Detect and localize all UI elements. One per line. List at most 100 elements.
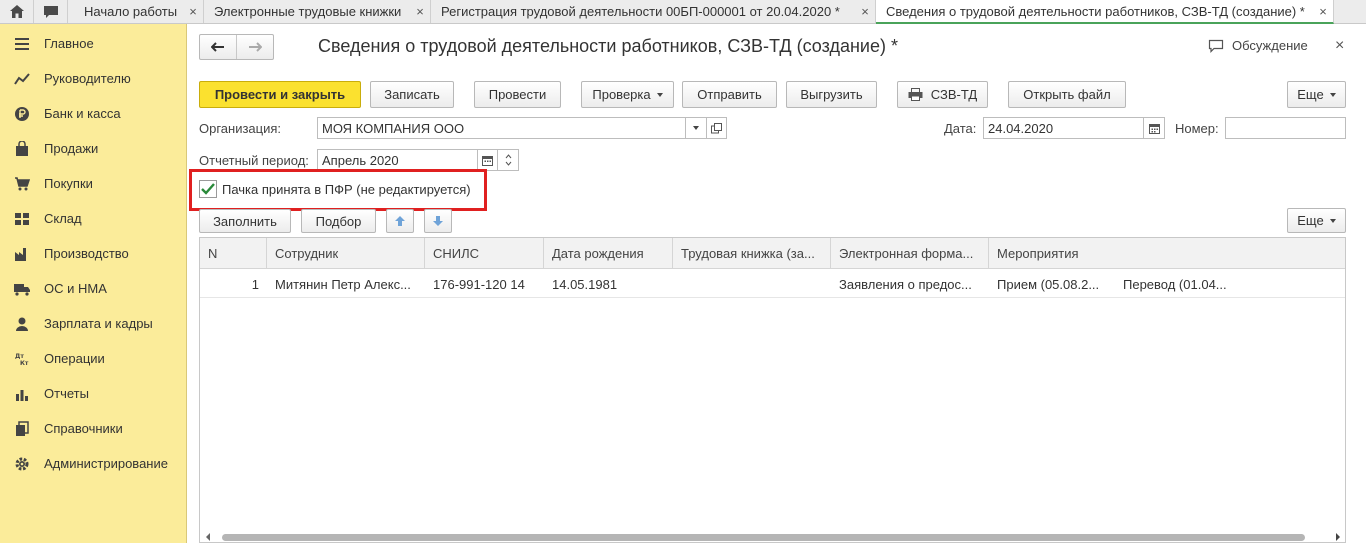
organization-field[interactable]: МОЯ КОМПАНИЯ ООО	[317, 117, 707, 139]
page-title: Сведения о трудовой деятельности работни…	[318, 36, 898, 56]
column-header-snils[interactable]: СНИЛС	[425, 238, 544, 269]
person-icon	[13, 315, 31, 333]
column-header-birth-date[interactable]: Дата рождения	[544, 238, 673, 269]
sidebar-item-label: ОС и НМА	[44, 281, 107, 296]
cell-employee: Митянин Петр Алекс...	[275, 276, 411, 292]
chart-icon	[13, 70, 31, 88]
sidebar-item-reports[interactable]: Отчеты	[0, 376, 186, 411]
horizontal-scrollbar[interactable]	[200, 531, 1345, 542]
export-button[interactable]: Выгрузить	[786, 81, 877, 108]
cart-icon	[13, 175, 31, 193]
svg-text:Дт: Дт	[15, 353, 24, 360]
arrow-up-icon	[395, 216, 405, 226]
table-row[interactable]: 1 Митянин Петр Алекс... 176-991-120 14 1…	[200, 270, 1345, 298]
sidebar-item-label: Отчеты	[44, 386, 89, 401]
organization-open-button[interactable]	[706, 117, 727, 139]
tab-label: Электронные трудовые книжки	[214, 4, 402, 19]
close-icon[interactable]: ×	[183, 4, 203, 19]
save-button[interactable]: Записать	[370, 81, 454, 108]
chat-icon[interactable]	[34, 0, 68, 23]
cell-event-hire: Прием (05.08.2...	[997, 276, 1100, 292]
organization-dropdown-button[interactable]	[685, 117, 707, 139]
column-header-n[interactable]: N	[200, 238, 267, 269]
scrollbar-thumb[interactable]	[222, 534, 1305, 541]
number-label: Номер:	[1175, 121, 1219, 136]
period-label: Отчетный период:	[199, 153, 309, 168]
period-stepper[interactable]	[497, 149, 519, 171]
sidebar-item-salary[interactable]: Зарплата и кадры	[0, 306, 186, 341]
tab-start[interactable]: Начало работы ×	[74, 0, 204, 23]
column-header-work-book[interactable]: Трудовая книжка (за...	[673, 238, 831, 269]
grid-icon	[13, 210, 31, 228]
sidebar-item-main[interactable]: Главное	[0, 26, 186, 61]
period-field[interactable]: Апрель 2020	[317, 149, 498, 171]
tab-label: Регистрация трудовой деятельности 00БП-0…	[441, 4, 840, 19]
sidebar-item-admin[interactable]: Администрирование	[0, 446, 186, 481]
sidebar-item-manager[interactable]: Руководителю	[0, 61, 186, 96]
sidebar-item-directories[interactable]: Справочники	[0, 411, 186, 446]
close-icon[interactable]: ×	[1313, 4, 1333, 19]
factory-icon	[13, 245, 31, 263]
tab-label: Начало работы	[84, 4, 178, 19]
dt-kt-icon: Дт Кт	[13, 350, 31, 368]
scroll-left-icon[interactable]	[204, 532, 212, 542]
sidebar-item-sales[interactable]: Продажи	[0, 131, 186, 166]
close-icon[interactable]: ×	[410, 4, 430, 19]
date-field[interactable]: 24.04.2020	[983, 117, 1165, 139]
column-header-events[interactable]: Мероприятия	[989, 238, 1345, 269]
chevron-down-icon	[693, 126, 699, 130]
send-button[interactable]: Отправить	[682, 81, 777, 108]
back-arrow-icon[interactable]	[200, 35, 237, 59]
column-header-employee[interactable]: Сотрудник	[267, 238, 425, 269]
szv-td-print-button[interactable]: СЗВ-ТД	[897, 81, 988, 108]
column-header-electronic-form[interactable]: Электронная форма...	[831, 238, 989, 269]
chevron-down-icon[interactable]	[505, 160, 512, 168]
post-button[interactable]: Провести	[474, 81, 561, 108]
sidebar-item-fixed-assets[interactable]: ОС и НМА	[0, 271, 186, 306]
select-button[interactable]: Подбор	[301, 209, 376, 233]
organization-value: МОЯ КОМПАНИЯ ООО	[322, 120, 465, 136]
date-value: 24.04.2020	[988, 120, 1054, 136]
period-calendar-button[interactable]	[477, 149, 498, 171]
sidebar-item-purchases[interactable]: Покупки	[0, 166, 186, 201]
sidebar-item-operations[interactable]: Дт Кт Операции	[0, 341, 186, 376]
open-file-button[interactable]: Открыть файл	[1008, 81, 1126, 108]
forward-arrow-icon[interactable]	[237, 35, 274, 59]
sidebar-item-bank[interactable]: Банк и касса	[0, 96, 186, 131]
tab-szv-td[interactable]: Сведения о трудовой деятельности работни…	[876, 0, 1334, 24]
sidebar-item-warehouse[interactable]: Склад	[0, 201, 186, 236]
arrow-down-icon	[433, 216, 443, 226]
post-and-close-button[interactable]: Провести и закрыть	[199, 81, 361, 108]
truck-icon	[13, 280, 31, 298]
tab-label: Сведения о трудовой деятельности работни…	[886, 3, 1305, 19]
accepted-checkbox[interactable]	[199, 180, 217, 198]
date-calendar-button[interactable]	[1143, 117, 1165, 139]
books-icon	[13, 420, 31, 438]
number-field[interactable]	[1225, 117, 1346, 139]
home-icon[interactable]	[0, 0, 34, 23]
printer-icon	[908, 88, 923, 101]
move-down-button[interactable]	[424, 209, 452, 233]
fill-button[interactable]: Заполнить	[199, 209, 291, 233]
cell-electronic-form: Заявления о предос...	[839, 276, 972, 292]
close-icon[interactable]: ×	[855, 4, 875, 19]
table-more-dropdown-button[interactable]: Еще	[1287, 208, 1346, 233]
move-up-button[interactable]	[386, 209, 414, 233]
check-dropdown-button[interactable]: Проверка	[581, 81, 674, 108]
period-value: Апрель 2020	[322, 152, 399, 168]
tab-electronic-books[interactable]: Электронные трудовые книжки ×	[204, 0, 431, 23]
scroll-right-icon[interactable]	[1334, 532, 1342, 542]
discussion-link[interactable]: Обсуждение	[1208, 38, 1308, 53]
more-dropdown-button[interactable]: Еще	[1287, 81, 1346, 108]
sidebar-item-label: Главное	[44, 36, 94, 51]
sidebar-item-label: Продажи	[44, 141, 99, 156]
employees-table[interactable]: N Сотрудник СНИЛС Дата рождения Трудовая…	[199, 237, 1346, 543]
chevron-down-icon	[656, 92, 663, 97]
tab-registration[interactable]: Регистрация трудовой деятельности 00БП-0…	[431, 0, 876, 23]
close-form-icon[interactable]: ×	[1335, 37, 1344, 55]
discussion-label: Обсуждение	[1232, 38, 1308, 53]
ruble-icon	[13, 105, 31, 123]
check-label: Проверка	[592, 87, 651, 102]
sidebar-item-production[interactable]: Производство	[0, 236, 186, 271]
chevron-up-icon[interactable]	[505, 152, 512, 160]
